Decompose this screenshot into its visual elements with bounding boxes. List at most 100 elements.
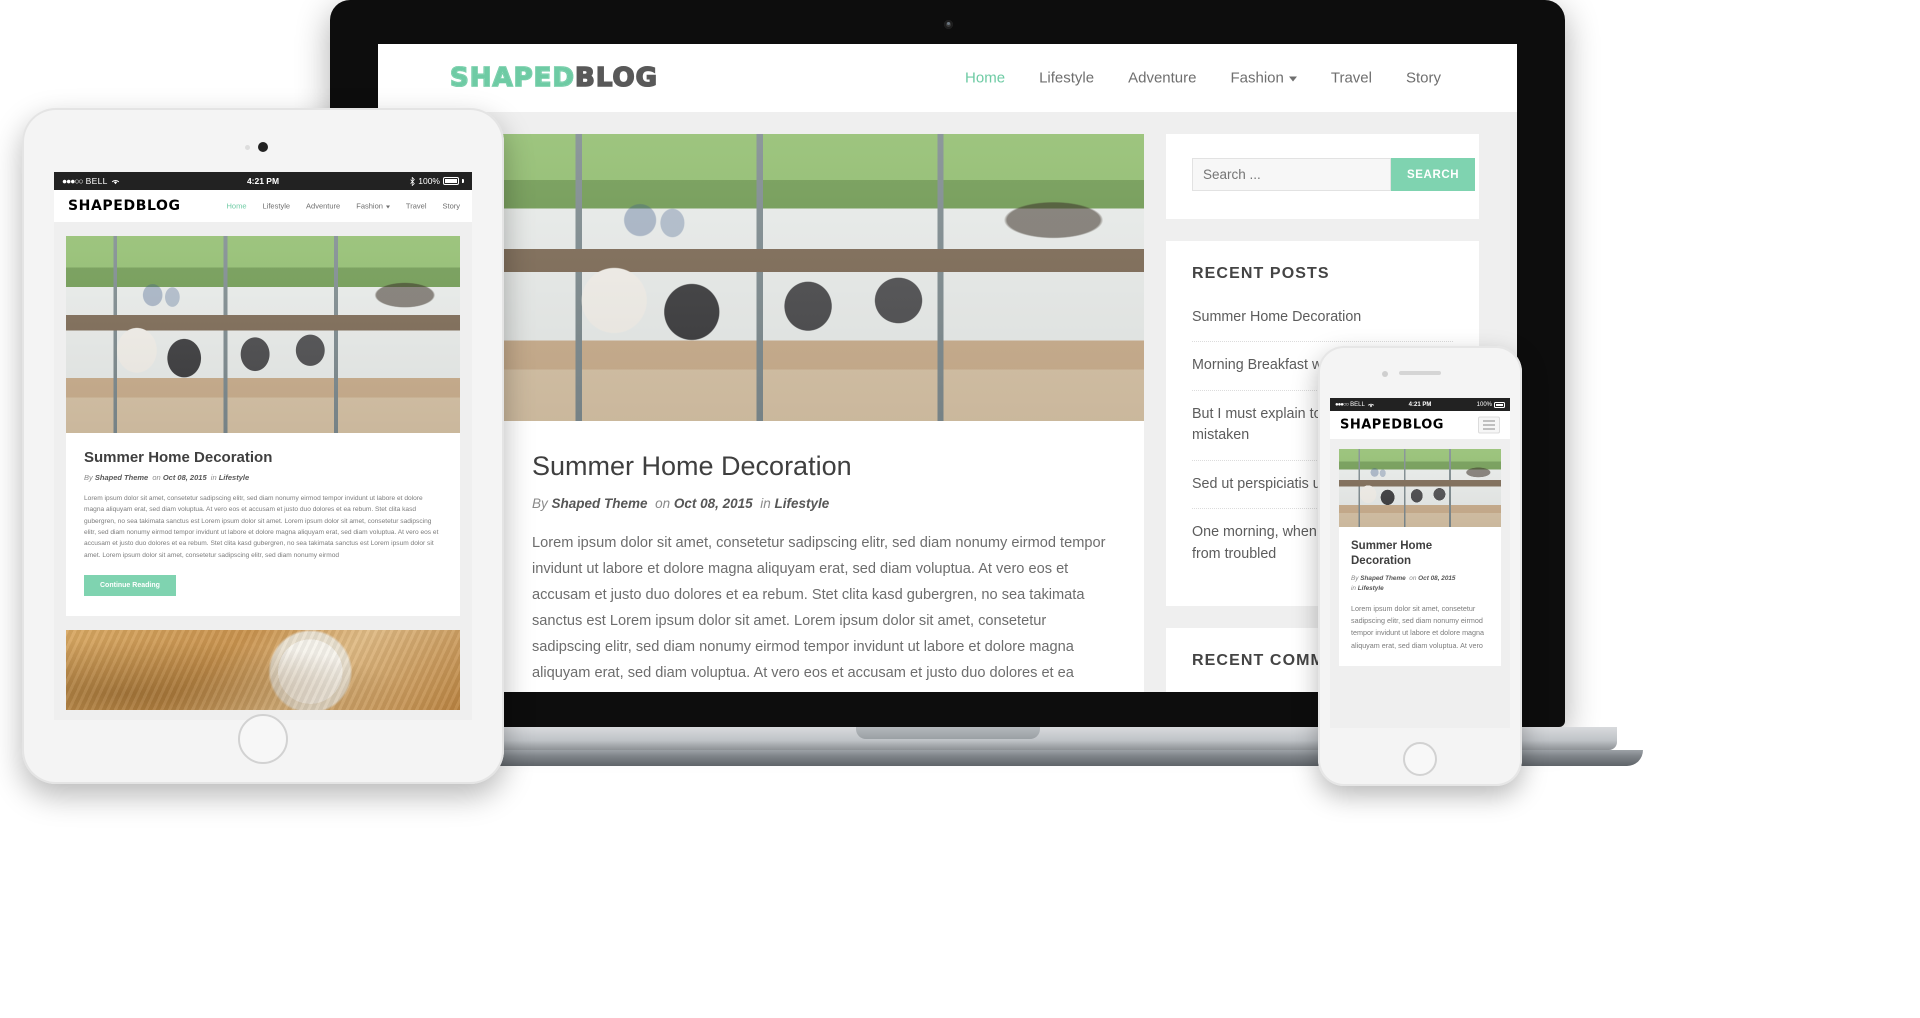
battery-percent-label: 100%: [418, 176, 440, 186]
post-featured-image-secondary[interactable]: [66, 629, 460, 710]
ambient-sensor-icon: [245, 145, 250, 150]
post-excerpt: Lorem ipsum dolor sit amet, consetetur s…: [1351, 603, 1485, 650]
logo-part-shaped: SHAPED: [68, 198, 136, 214]
phone-main-column: Summer Home Decoration By Shaped Theme o…: [1339, 449, 1501, 667]
logo-part-blog: BLOG: [135, 198, 181, 214]
search-button[interactable]: SEARCH: [1391, 158, 1476, 191]
nav-item-travel[interactable]: Travel: [1331, 70, 1372, 87]
meta-date: Oct 08, 2015: [162, 473, 207, 482]
phone-status-right: 100%: [1476, 401, 1505, 408]
battery-cap-icon: [462, 179, 464, 183]
tablet-screen: ●●●○○ BELL 4:21 PM 100% SHAPEDBLOG Home: [54, 172, 472, 720]
burger-line: [1483, 420, 1495, 422]
nav-item-fashion[interactable]: Fashion: [1230, 69, 1297, 87]
phone-device-mockup: ●●●○○ BELL 4:21 PM 100% SHAPEDBLOG Summe…: [1318, 346, 1522, 786]
home-button[interactable]: [238, 714, 288, 764]
post-featured-image[interactable]: [498, 134, 1144, 421]
search-widget: SEARCH: [1166, 134, 1479, 219]
tablet-post-article: Summer Home Decoration By Shaped Theme o…: [66, 433, 460, 616]
meta-on-label: on: [152, 473, 161, 482]
meta-by-label: By: [1351, 575, 1359, 583]
meta-on-label: on: [1409, 575, 1417, 583]
meta-in-label: in: [210, 473, 217, 482]
logo-part-blog: BLOG: [1402, 417, 1444, 433]
meta-date: Oct 08, 2015: [1418, 575, 1456, 583]
recent-posts-title: RECENT POSTS: [1192, 265, 1330, 282]
tablet-site-logo[interactable]: SHAPEDBLOG: [68, 198, 181, 214]
nav-item-lifestyle[interactable]: Lifestyle: [263, 202, 291, 211]
meta-in-label: in: [1351, 585, 1356, 593]
post-title[interactable]: Summer Home Decoration: [84, 449, 442, 466]
meta-date: Oct 08, 2015: [673, 496, 753, 511]
battery-percent-label: 100%: [1476, 401, 1492, 408]
phone-screen: ●●●○○ BELL 4:21 PM 100% SHAPEDBLOG Summe…: [1330, 398, 1510, 728]
search-form: SEARCH: [1192, 158, 1476, 191]
nav-item-adventure[interactable]: Adventure: [1128, 70, 1196, 87]
meta-by-label: By: [532, 496, 548, 511]
logo-part-shaped: SHAPED: [1340, 417, 1403, 433]
speaker-grille: [1399, 371, 1441, 375]
tablet-main-column: Summer Home Decoration By Shaped Theme o…: [66, 236, 460, 616]
nav-item-fashion-label: Fashion: [356, 201, 383, 211]
battery-icon: [1494, 401, 1505, 408]
logo-part-blog: BLOG: [574, 62, 658, 94]
post-meta: By Shaped Theme on Oct 08, 2015 in Lifes…: [84, 473, 442, 482]
post-featured-image[interactable]: [1339, 449, 1501, 527]
site-logo[interactable]: SHAPEDBLOG: [449, 62, 658, 94]
chevron-down-icon: [1288, 76, 1297, 82]
post-excerpt: Lorem ipsum dolor sit amet, consetetur s…: [532, 535, 1106, 692]
phone-site-header: SHAPEDBLOG: [1330, 411, 1510, 439]
meta-on-label: on: [655, 496, 671, 511]
tablet-status-right: 100%: [410, 176, 464, 186]
meta-category[interactable]: Lifestyle: [219, 473, 249, 482]
home-button[interactable]: [1403, 742, 1437, 776]
tablet-second-post: [66, 629, 460, 710]
post-title[interactable]: Summer Home Decoration: [532, 451, 1110, 482]
nav-item-fashion[interactable]: Fashion: [356, 202, 390, 211]
site-header: SHAPEDBLOG Home Lifestyle Adventure Fash…: [378, 44, 1517, 112]
burger-line: [1483, 428, 1495, 430]
meta-category[interactable]: Lifestyle: [1358, 585, 1384, 592]
logo-part-shaped: SHAPED: [449, 62, 576, 94]
main-column: Summer Home Decoration By Shaped Theme o…: [498, 134, 1144, 692]
meta-author[interactable]: Shaped Theme: [1360, 575, 1405, 582]
hamburger-menu-icon[interactable]: [1478, 416, 1500, 434]
tablet-site-header: SHAPEDBLOG Home Lifestyle Adventure Fash…: [54, 190, 472, 222]
screenshot-stage: SHAPEDBLOG Home Lifestyle Adventure Fash…: [0, 0, 1920, 1018]
nav-item-home[interactable]: Home: [965, 70, 1005, 87]
search-input[interactable]: [1192, 158, 1391, 191]
post-meta: By Shaped Theme on Oct 08, 2015 in Lifes…: [532, 496, 1110, 511]
nav-item-story[interactable]: Story: [1406, 70, 1441, 87]
camera-icon: [258, 142, 268, 152]
burger-line: [1483, 424, 1495, 426]
meta-author[interactable]: Shaped Theme: [552, 496, 648, 511]
post-title[interactable]: Summer Home Decoration: [1351, 539, 1489, 568]
chevron-down-icon: [385, 205, 390, 209]
bluetooth-icon: [410, 176, 416, 186]
post-excerpt: Lorem ipsum dolor sit amet, consetetur s…: [84, 495, 439, 559]
meta-in-label: in: [760, 496, 771, 511]
post-featured-image[interactable]: [66, 236, 460, 433]
camera-icon: [1382, 371, 1388, 377]
tablet-device-mockup: ●●●○○ BELL 4:21 PM 100% SHAPEDBLOG Home: [22, 108, 504, 784]
post-meta: By Shaped Theme on Oct 08, 2015 in Lifes…: [1351, 574, 1489, 593]
phone-site-logo[interactable]: SHAPEDBLOG: [1340, 418, 1444, 433]
meta-author[interactable]: Shaped Theme: [95, 473, 148, 482]
tablet-status-bar: ●●●○○ BELL 4:21 PM 100%: [54, 172, 472, 190]
list-item[interactable]: Summer Home Decoration: [1192, 303, 1453, 343]
continue-reading-button[interactable]: Continue Reading: [84, 574, 176, 596]
nav-item-travel[interactable]: Travel: [406, 202, 427, 211]
nav-item-home[interactable]: Home: [227, 202, 247, 211]
nav-item-lifestyle[interactable]: Lifestyle: [1039, 70, 1094, 87]
camera-icon: [943, 20, 953, 29]
nav-item-fashion-label: Fashion: [1230, 69, 1284, 87]
post-article: Summer Home Decoration By Shaped Theme o…: [498, 421, 1144, 692]
phone-status-bar: ●●●○○ BELL 4:21 PM 100%: [1330, 398, 1510, 411]
meta-category[interactable]: Lifestyle: [774, 496, 829, 511]
phone-post-article: Summer Home Decoration By Shaped Theme o…: [1339, 527, 1501, 666]
nav-item-story[interactable]: Story: [442, 202, 460, 211]
battery-icon: [443, 177, 459, 185]
macbook-notch: [855, 727, 1040, 739]
tablet-navigation: Home Lifestyle Adventure Fashion Travel …: [227, 202, 461, 211]
nav-item-adventure[interactable]: Adventure: [306, 202, 340, 211]
